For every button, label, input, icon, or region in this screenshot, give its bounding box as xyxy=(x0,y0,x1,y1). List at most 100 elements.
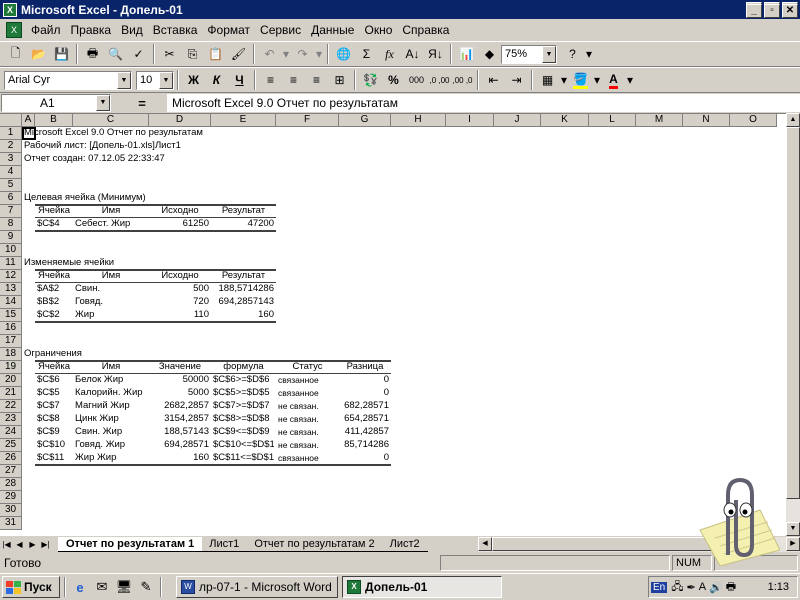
hscroll-thumb[interactable] xyxy=(492,537,722,551)
spreadsheet-grid[interactable]: A B C D E F G H I J K L M N O 1 2 3 4 5 6 7 8 9 10 11 12 13 14 15 16 17… xyxy=(0,113,786,536)
undo-dropdown-icon[interactable]: ▾ xyxy=(281,43,291,65)
cut-icon[interactable]: ✂ xyxy=(158,43,181,65)
column-header-a[interactable]: A xyxy=(22,114,35,127)
fill-color-dropdown-icon[interactable]: ▾ xyxy=(592,69,602,91)
column-header-k[interactable]: K xyxy=(541,114,589,127)
row-header-29[interactable]: 29 xyxy=(0,491,22,504)
menu-format[interactable]: Формат xyxy=(202,23,255,37)
row-header-23[interactable]: 23 xyxy=(0,413,22,426)
align-right-icon[interactable]: ≡ xyxy=(305,69,328,91)
next-sheet-icon[interactable]: ▶ xyxy=(26,538,39,552)
new-icon[interactable]: 🗋 xyxy=(4,43,27,65)
zoom-select[interactable]: 75% ▼ xyxy=(501,44,557,64)
outlook-express-icon[interactable]: ✉ xyxy=(91,576,113,598)
borders-dropdown-icon[interactable]: ▾ xyxy=(559,69,569,91)
row-header-3[interactable]: 3 xyxy=(0,153,22,166)
thousands-button[interactable]: 000 xyxy=(405,69,428,91)
decrease-decimal-button[interactable]: ,00 ,0 xyxy=(451,69,474,91)
column-header-h[interactable]: H xyxy=(391,114,446,127)
row-header-12[interactable]: 12 xyxy=(0,270,22,283)
scroll-up-icon[interactable]: ▲ xyxy=(786,113,800,127)
row-header-11[interactable]: 11 xyxy=(0,257,22,270)
row-header-28[interactable]: 28 xyxy=(0,478,22,491)
tray-icon-5[interactable]: 🖶 xyxy=(726,578,736,597)
copy-icon[interactable]: ⎘ xyxy=(181,43,204,65)
sort-descending-icon[interactable]: Я↓ xyxy=(424,43,447,65)
select-all-corner[interactable] xyxy=(0,114,22,127)
workbook-icon[interactable]: X xyxy=(6,22,22,38)
sheet-tab-report-2[interactable]: Отчет по результатам 2 xyxy=(246,537,383,552)
row-header-7[interactable]: 7 xyxy=(0,205,22,218)
column-header-e[interactable]: E xyxy=(211,114,276,127)
menu-file[interactable]: Файл xyxy=(26,23,66,37)
redo-dropdown-icon[interactable]: ▾ xyxy=(314,43,324,65)
first-sheet-icon[interactable]: |◀ xyxy=(0,538,13,552)
open-icon[interactable]: 📂 xyxy=(27,43,50,65)
menu-insert[interactable]: Вставка xyxy=(148,23,203,37)
spelling-icon[interactable]: ✓ xyxy=(127,43,150,65)
prev-sheet-icon[interactable]: ◀ xyxy=(13,538,26,552)
column-header-o[interactable]: O xyxy=(730,114,777,127)
row-header-6[interactable]: 6 xyxy=(0,192,22,205)
doc-minimize-button[interactable]: _ xyxy=(746,4,762,18)
office-assistant-clippy[interactable] xyxy=(690,470,780,566)
menu-data[interactable]: Данные xyxy=(306,23,359,37)
italic-button[interactable]: К xyxy=(205,69,228,91)
chart-wizard-icon[interactable]: 📊 xyxy=(455,43,478,65)
currency-icon[interactable]: 💱 xyxy=(359,69,382,91)
scroll-right-icon[interactable]: ▶ xyxy=(786,537,800,551)
percent-button[interactable]: % xyxy=(382,69,405,91)
start-button[interactable]: Пуск xyxy=(2,576,60,598)
fill-color-icon[interactable]: 🪣 xyxy=(569,69,592,91)
row-header-18[interactable]: 18 xyxy=(0,348,22,361)
tray-icon-1[interactable]: 🖧 xyxy=(671,578,683,597)
row-header-8[interactable]: 8 xyxy=(0,218,22,231)
print-preview-icon[interactable]: 🔍 xyxy=(104,43,127,65)
vertical-scrollbar[interactable]: ▲ ▼ xyxy=(786,113,800,536)
help-icon[interactable]: ? xyxy=(561,43,584,65)
column-header-n[interactable]: N xyxy=(683,114,730,127)
row-header-9[interactable]: 9 xyxy=(0,231,22,244)
menu-window[interactable]: Окно xyxy=(359,23,397,37)
font-size-select[interactable]: 10 ▼ xyxy=(136,70,174,90)
menu-view[interactable]: Вид xyxy=(116,23,148,37)
row-header-21[interactable]: 21 xyxy=(0,387,22,400)
last-sheet-icon[interactable]: ▶| xyxy=(39,538,52,552)
scroll-down-icon[interactable]: ▼ xyxy=(786,522,800,536)
align-center-icon[interactable]: ≡ xyxy=(282,69,305,91)
menu-tools[interactable]: Сервис xyxy=(255,23,306,37)
language-indicator[interactable]: En xyxy=(651,581,668,593)
tray-icon-4[interactable]: 🔊 xyxy=(709,581,723,594)
format-painter-icon[interactable]: 🖌 xyxy=(227,43,250,65)
row-header-26[interactable]: 26 xyxy=(0,452,22,465)
increase-indent-icon[interactable]: ⇥ xyxy=(505,69,528,91)
undo-icon[interactable]: ↶ xyxy=(258,43,281,65)
row-header-1[interactable]: 1 xyxy=(0,127,22,140)
doc-close-button[interactable]: ✕ xyxy=(782,4,798,18)
column-header-l[interactable]: L xyxy=(589,114,636,127)
row-header-5[interactable]: 5 xyxy=(0,179,22,192)
row-header-22[interactable]: 22 xyxy=(0,400,22,413)
font-name-select[interactable]: Arial Cyr ▼ xyxy=(4,70,132,90)
row-header-13[interactable]: 13 xyxy=(0,283,22,296)
align-left-icon[interactable]: ≡ xyxy=(259,69,282,91)
column-header-j[interactable]: J xyxy=(494,114,541,127)
scroll-left-icon[interactable]: ◀ xyxy=(478,537,492,551)
row-header-10[interactable]: 10 xyxy=(0,244,22,257)
column-header-i[interactable]: I xyxy=(446,114,494,127)
row-header-30[interactable]: 30 xyxy=(0,504,22,517)
row-header-31[interactable]: 31 xyxy=(0,517,22,530)
function-icon[interactable]: fx xyxy=(378,43,401,65)
row-header-27[interactable]: 27 xyxy=(0,465,22,478)
name-box[interactable]: A1 ▼ xyxy=(1,94,111,112)
row-header-15[interactable]: 15 xyxy=(0,309,22,322)
edit-formula-button[interactable]: = xyxy=(117,96,167,111)
name-box-dropdown-icon[interactable]: ▼ xyxy=(96,95,110,111)
print-icon[interactable]: 🖶 xyxy=(81,43,104,65)
task-word[interactable]: W лр-07-1 - Microsoft Word xyxy=(176,576,338,598)
sort-ascending-icon[interactable]: A↓ xyxy=(401,43,424,65)
row-header-4[interactable]: 4 xyxy=(0,166,22,179)
internet-explorer-icon[interactable]: e xyxy=(69,576,91,598)
paste-icon[interactable]: 📋 xyxy=(204,43,227,65)
row-header-19[interactable]: 19 xyxy=(0,361,22,374)
